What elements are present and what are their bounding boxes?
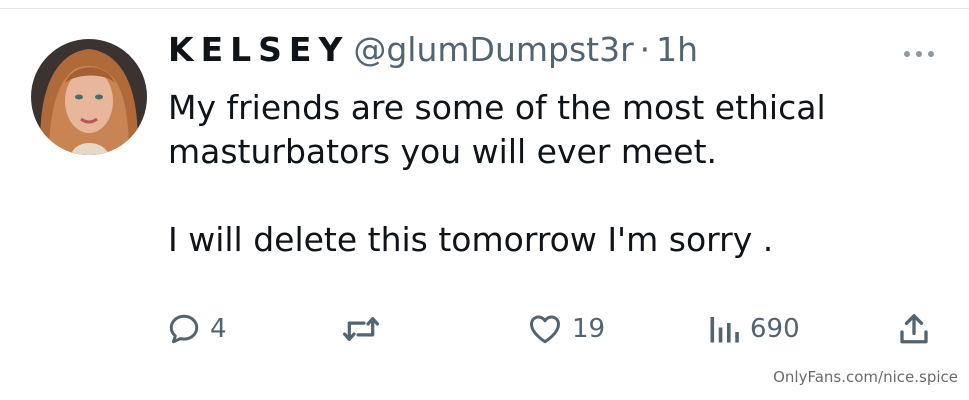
tweet-text-line: My friends are some of the most ethical — [168, 88, 826, 127]
share-icon — [900, 314, 928, 344]
more-dot — [904, 51, 910, 57]
watermark: OnlyFans.com/nice.spice — [773, 368, 958, 386]
heart-icon — [530, 315, 560, 344]
tweet-text-line: I will delete this tomorrow I'm sorry . — [168, 220, 774, 259]
avatar[interactable] — [31, 39, 147, 155]
like-count: 19 — [572, 314, 606, 344]
display-name[interactable]: KELSEY — [168, 30, 349, 69]
tweet-text: My friends are some of the most ethical … — [168, 86, 948, 262]
retweet-icon — [343, 317, 379, 341]
top-divider — [0, 8, 969, 9]
tweet-text-line — [168, 174, 948, 218]
separator-dot: · — [639, 30, 651, 69]
more-horizontal-icon[interactable] — [898, 42, 940, 66]
tweet-text-line: masturbators you will ever meet. — [168, 132, 718, 171]
retweet-button[interactable] — [342, 309, 388, 349]
tweet-header: KELSEY @glumDumpst3r · 1h — [168, 30, 698, 82]
timestamp[interactable]: 1h — [656, 30, 698, 69]
reply-button[interactable]: 4 — [166, 309, 227, 349]
more-dot — [916, 51, 922, 57]
reply-icon — [169, 314, 199, 344]
views-bar-icon — [710, 317, 739, 343]
user-handle[interactable]: @glumDumpst3r — [353, 30, 633, 69]
more-dot — [928, 51, 934, 57]
share-button[interactable] — [896, 309, 932, 349]
views-count: 690 — [750, 314, 800, 344]
reply-count: 4 — [210, 314, 227, 344]
like-button[interactable]: 19 — [526, 309, 605, 349]
avatar-image — [31, 39, 147, 155]
views-button[interactable]: 690 — [706, 309, 800, 349]
action-bar: 4 19 690 — [166, 309, 946, 349]
